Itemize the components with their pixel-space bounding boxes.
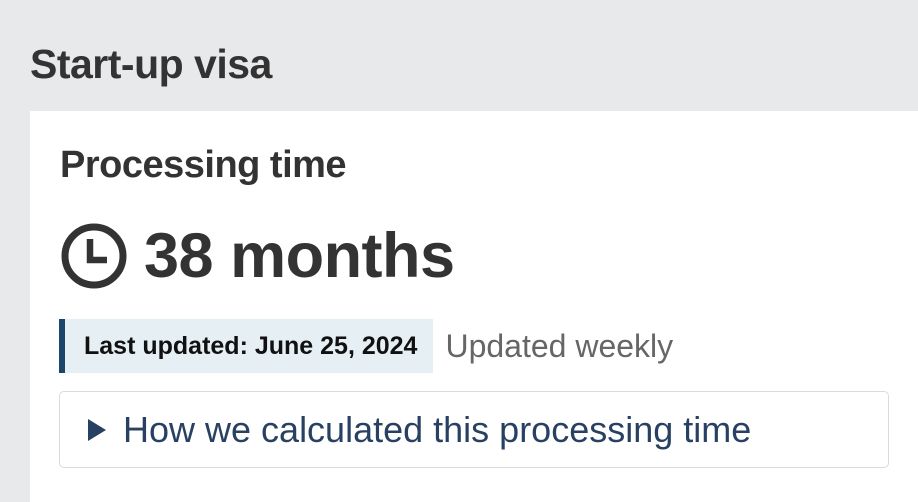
update-info: Last updated: June 25, 2024 Updated week… <box>59 319 673 373</box>
calculation-details-label: How we calculated this processing time <box>123 408 752 450</box>
page-title: Start-up visa <box>30 41 272 87</box>
calculation-details-toggle[interactable]: How we calculated this processing time <box>59 391 889 468</box>
processing-time-row: 38 months <box>60 216 455 296</box>
processing-time-value: 38 months <box>144 221 455 291</box>
triangle-right-icon <box>88 418 106 441</box>
last-updated-label: Last updated: June 25, 2024 <box>59 319 434 373</box>
update-frequency: Updated weekly <box>445 327 674 364</box>
processing-time-card: Processing time 38 months Last updated: … <box>30 111 918 502</box>
clock-icon <box>60 222 128 290</box>
processing-time-heading: Processing time <box>60 144 347 186</box>
